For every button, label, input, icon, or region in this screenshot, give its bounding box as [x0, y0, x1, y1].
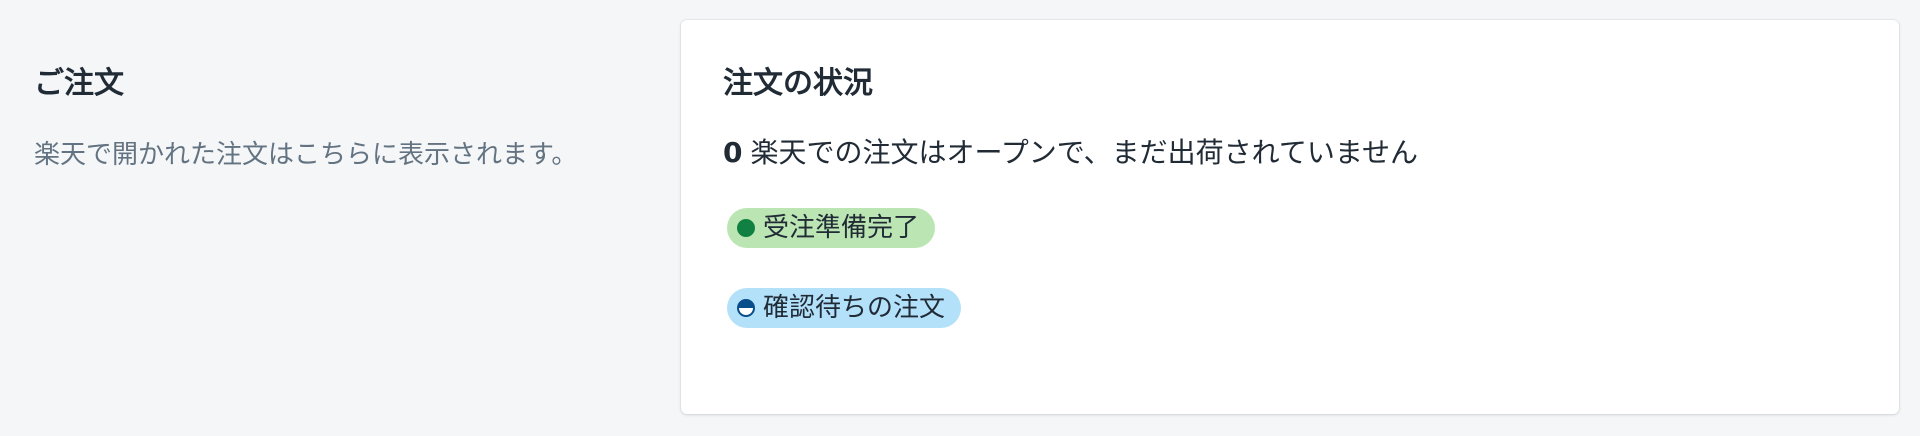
open-orders-summary: 0 楽天での注文はオープンで、まだ出荷されていません [723, 134, 1857, 172]
section-description: 楽天で開かれた注文はこちらに表示されます。 [34, 140, 578, 170]
status-badge-pending[interactable]: 確認待ちの注文 [727, 288, 962, 328]
open-orders-count: 0 [723, 136, 743, 169]
status-badge-label: 受注準備完了 [763, 213, 920, 243]
card-title: 注文の状況 [723, 66, 873, 101]
status-badge-label: 確認待ちの注文 [763, 293, 946, 323]
badge-row-pending: 確認待ちの注文 [723, 288, 1857, 328]
open-orders-text: 楽天での注文はオープンで、まだ出荷されていません [750, 136, 1419, 169]
complete-dot-icon [737, 219, 755, 237]
section-annotation: ご注文 楽天で開かれた注文はこちらに表示されます。 [34, 64, 594, 175]
section-title: ご注文 [34, 66, 124, 101]
partial-dot-icon [737, 299, 755, 317]
order-status-card: 注文の状況 0 楽天での注文はオープンで、まだ出荷されていません 受注準備完了 確… [681, 20, 1899, 414]
status-badge-ready[interactable]: 受注準備完了 [727, 208, 936, 248]
badge-row-ready: 受注準備完了 [723, 208, 1857, 248]
